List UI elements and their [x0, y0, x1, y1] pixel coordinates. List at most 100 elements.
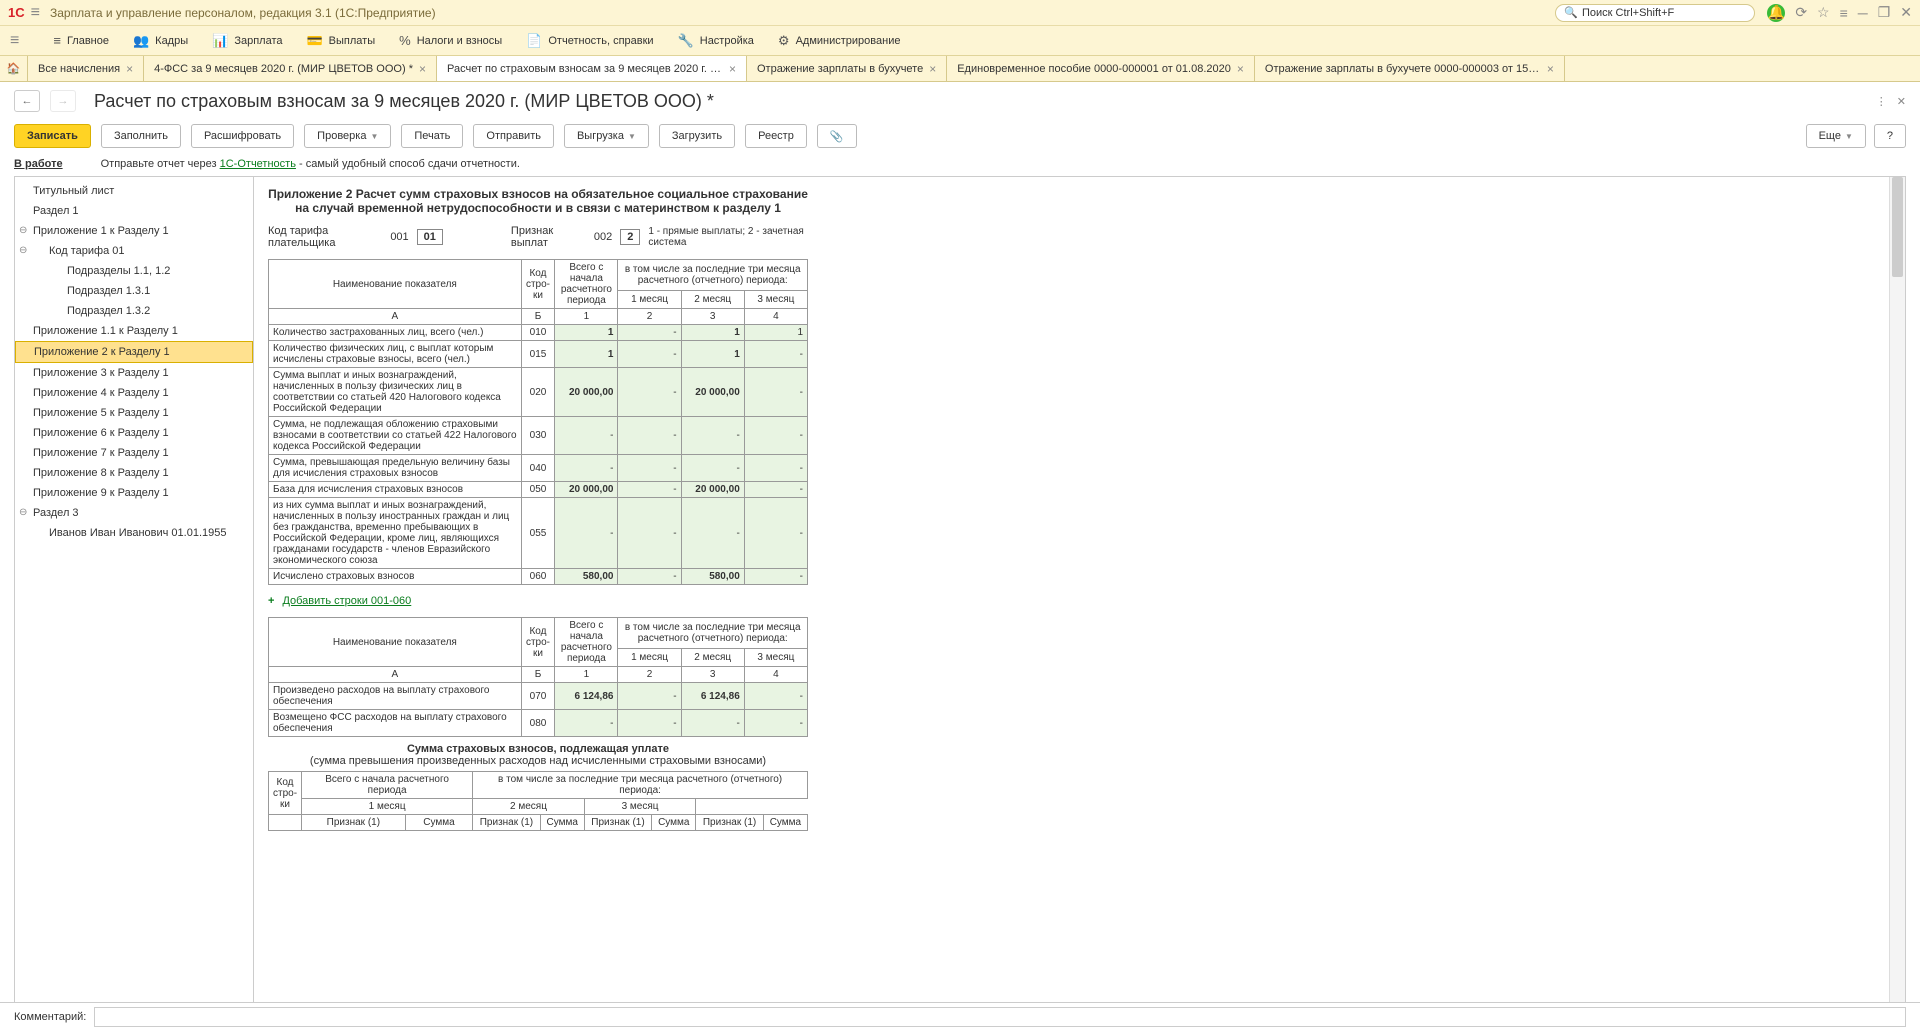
expand-icon[interactable]: ⊖ — [19, 245, 27, 256]
cell[interactable]: 1 — [555, 325, 618, 341]
cell[interactable]: - — [744, 368, 807, 417]
cell[interactable]: - — [744, 341, 807, 368]
cell[interactable]: - — [744, 455, 807, 482]
sections-tree[interactable]: Титульный листРаздел 1⊖Приложение 1 к Ра… — [14, 176, 254, 1006]
scrollbar-vertical[interactable] — [1889, 177, 1905, 1005]
cell[interactable]: 580,00 — [555, 569, 618, 585]
tree-item[interactable]: Раздел 1 — [15, 201, 253, 221]
cell[interactable]: - — [618, 683, 681, 710]
write-button[interactable]: Записать — [14, 124, 91, 148]
cell[interactable]: 1 — [555, 341, 618, 368]
restore-icon[interactable]: ❐ — [1878, 4, 1891, 21]
cell[interactable]: - — [618, 710, 681, 737]
cell[interactable]: - — [744, 498, 807, 569]
tab[interactable]: Отражение зарплаты в бухучете 0000-00000… — [1255, 56, 1565, 81]
bell-icon[interactable]: 🔔 — [1767, 4, 1785, 22]
nav-forward-button[interactable]: → — [50, 90, 76, 112]
close-icon[interactable]: × — [1237, 62, 1244, 76]
menu-toggle-icon[interactable]: ≡ — [10, 32, 19, 50]
tree-item[interactable]: Приложение 9 к Разделу 1 — [15, 483, 253, 503]
print-button[interactable]: Печать — [401, 124, 463, 148]
status-badge[interactable]: В работе — [14, 158, 63, 170]
cell[interactable]: - — [618, 325, 681, 341]
star-icon[interactable]: ☆ — [1817, 4, 1830, 21]
check-button[interactable]: Проверка▼ — [304, 124, 391, 148]
tree-item[interactable]: Иванов Иван Иванович 01.01.1955 — [15, 523, 253, 543]
tree-item[interactable]: Приложение 7 к Разделу 1 — [15, 443, 253, 463]
tariff-code-input[interactable]: 01 — [417, 229, 443, 245]
tree-item[interactable]: ⊖Раздел 3 — [15, 503, 253, 523]
menu-Зарплата[interactable]: 📊Зарплата — [212, 33, 282, 49]
expand-icon[interactable]: ⊖ — [19, 507, 27, 518]
cell[interactable]: - — [555, 455, 618, 482]
cell[interactable]: 6 124,86 — [555, 683, 618, 710]
close-icon[interactable]: × — [126, 62, 133, 76]
cell[interactable]: - — [681, 455, 744, 482]
nav-back-button[interactable]: ← — [14, 90, 40, 112]
search-input[interactable]: 🔍 Поиск Ctrl+Shift+F — [1555, 4, 1755, 22]
tree-item[interactable]: Подраздел 1.3.1 — [15, 281, 253, 301]
menu-Выплаты[interactable]: 💳Выплаты — [306, 33, 375, 49]
cell[interactable]: - — [744, 569, 807, 585]
cell[interactable]: - — [555, 498, 618, 569]
tree-item[interactable]: Приложение 6 к Разделу 1 — [15, 423, 253, 443]
close-icon[interactable]: × — [419, 62, 426, 76]
tree-item[interactable]: Приложение 1.1 к Разделу 1 — [15, 321, 253, 341]
fill-button[interactable]: Заполнить — [101, 124, 181, 148]
more-button[interactable]: Еще▼ — [1806, 124, 1866, 148]
add-rows-link[interactable]: Добавить строки 001-060 — [282, 595, 411, 607]
close-icon[interactable]: × — [729, 62, 736, 76]
tree-item[interactable]: Приложение 5 к Разделу 1 — [15, 403, 253, 423]
close-page-icon[interactable]: ✕ — [1897, 95, 1906, 108]
cell[interactable]: - — [681, 417, 744, 455]
cell[interactable]: - — [744, 683, 807, 710]
expand-icon[interactable]: ⊖ — [19, 225, 27, 236]
cell[interactable]: - — [618, 368, 681, 417]
close-window-icon[interactable]: ✕ — [1900, 4, 1912, 21]
tree-item[interactable]: Подраздел 1.3.2 — [15, 301, 253, 321]
tree-item[interactable]: Приложение 3 к Разделу 1 — [15, 363, 253, 383]
cell[interactable]: - — [618, 341, 681, 368]
help-button[interactable]: ? — [1874, 124, 1906, 148]
sign-code-input[interactable]: 2 — [620, 229, 640, 245]
tree-item[interactable]: Приложение 2 к Разделу 1 — [15, 341, 253, 363]
upload-button[interactable]: Выгрузка▼ — [564, 124, 649, 148]
cell[interactable]: 6 124,86 — [681, 683, 744, 710]
tab[interactable]: Все начисления× — [28, 56, 144, 81]
cell[interactable]: - — [744, 482, 807, 498]
menu-Администрирование[interactable]: ⚙Администрирование — [778, 33, 901, 49]
burger-icon[interactable]: ≡ — [31, 4, 40, 22]
home-tab[interactable]: 🏠 — [0, 56, 28, 81]
cell[interactable]: 20 000,00 — [681, 368, 744, 417]
tree-item[interactable]: ⊖Приложение 1 к Разделу 1 — [15, 221, 253, 241]
cell[interactable]: - — [618, 455, 681, 482]
attach-button[interactable]: 📎 — [817, 124, 857, 148]
cell[interactable]: 20 000,00 — [555, 368, 618, 417]
tab[interactable]: Расчет по страховым взносам за 9 месяцев… — [437, 56, 747, 81]
cell[interactable]: 20 000,00 — [555, 482, 618, 498]
menu-Налоги и взносы[interactable]: %Налоги и взносы — [399, 33, 502, 49]
cell[interactable]: - — [555, 417, 618, 455]
cell[interactable]: - — [618, 569, 681, 585]
tree-item[interactable]: Подразделы 1.1, 1.2 — [15, 261, 253, 281]
cell[interactable]: - — [744, 417, 807, 455]
cell[interactable]: - — [681, 710, 744, 737]
cell[interactable]: 20 000,00 — [681, 482, 744, 498]
decode-button[interactable]: Расшифровать — [191, 124, 294, 148]
tree-item[interactable]: ⊖Код тарифа 01 — [15, 241, 253, 261]
tree-item[interactable]: Приложение 8 к Разделу 1 — [15, 463, 253, 483]
menu-Отчетность, справки[interactable]: 📄Отчетность, справки — [526, 33, 653, 49]
cell[interactable]: - — [744, 710, 807, 737]
menu-Главное[interactable]: ≡Главное — [53, 33, 109, 49]
tab[interactable]: Отражение зарплаты в бухучете× — [747, 56, 947, 81]
cell[interactable]: - — [681, 498, 744, 569]
history-icon[interactable]: ⟳ — [1795, 4, 1807, 21]
cell[interactable]: 1 — [744, 325, 807, 341]
close-icon[interactable]: × — [1547, 62, 1554, 76]
tree-item[interactable]: Приложение 4 к Разделу 1 — [15, 383, 253, 403]
cell[interactable]: - — [618, 482, 681, 498]
menu-Настройка[interactable]: 🔧Настройка — [678, 33, 754, 49]
cell[interactable]: 580,00 — [681, 569, 744, 585]
cell[interactable]: - — [555, 710, 618, 737]
load-button[interactable]: Загрузить — [659, 124, 735, 148]
